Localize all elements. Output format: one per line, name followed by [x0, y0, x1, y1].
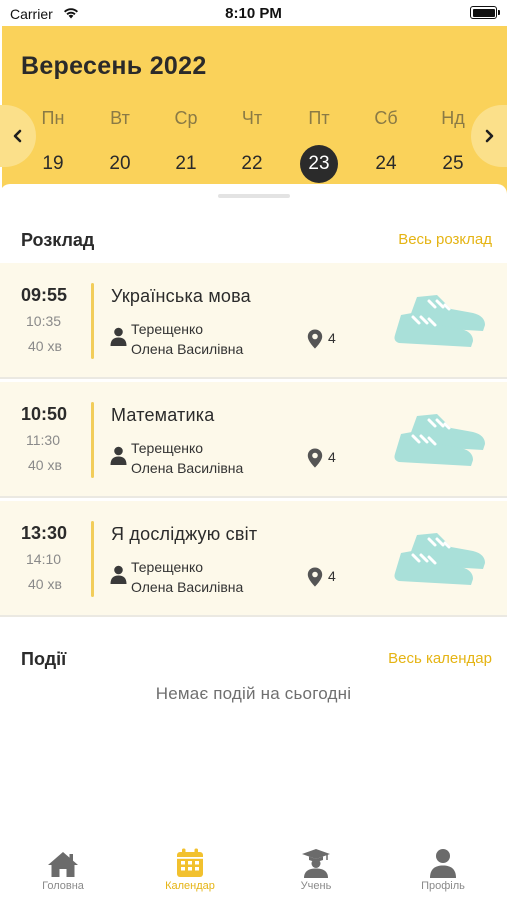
lesson-subject: Українська мова — [111, 286, 251, 306]
calendar-icon — [177, 848, 203, 877]
location-pin-icon — [307, 448, 323, 473]
teacher-surname: Терещенко — [131, 559, 204, 575]
day-number: 22 — [241, 153, 263, 174]
tab-label: Профіль — [421, 880, 465, 892]
day-name: Чт — [241, 108, 263, 128]
month-title: Вересень 2022 — [21, 52, 207, 80]
tab-home[interactable]: Головна — [18, 846, 108, 892]
tab-label: Головна — [42, 880, 84, 892]
next-week-button[interactable] — [471, 105, 507, 167]
chevron-right-icon — [485, 129, 494, 143]
status-time: 8:10 PM — [225, 5, 282, 22]
tab-calendar[interactable]: Календар — [145, 846, 235, 892]
lesson-room: 4 — [328, 330, 336, 346]
day-number: 20 — [109, 153, 131, 174]
day-number: 25 — [442, 153, 464, 174]
day-tuesday[interactable]: Вт 20 — [98, 105, 142, 183]
lesson-duration: 40 хв — [28, 576, 62, 592]
lesson-subject: Я досліджую світ — [111, 524, 258, 544]
day-number: 19 — [42, 153, 64, 174]
events-title: Події — [21, 649, 67, 669]
home-icon — [48, 852, 78, 877]
lesson-divider — [91, 521, 94, 597]
profile-icon — [430, 849, 456, 878]
location-pin-icon — [307, 567, 323, 592]
content-sheet: Розклад Весь розклад 09:55 10:35 40 хв У… — [0, 184, 507, 900]
sneakers-illustration-icon — [393, 289, 503, 358]
lesson-end-time: 11:30 — [26, 432, 60, 448]
lesson-divider — [91, 283, 94, 359]
lesson-subject: Математика — [111, 405, 215, 425]
sneakers-illustration-icon — [393, 527, 503, 596]
day-wednesday[interactable]: Ср 21 — [164, 105, 208, 183]
teacher-icon — [110, 565, 127, 589]
teacher-surname: Терещенко — [131, 440, 204, 456]
sneakers-illustration-icon — [393, 408, 503, 477]
teacher-surname: Терещенко — [131, 321, 204, 337]
day-saturday[interactable]: Сб 24 — [364, 105, 408, 183]
status-bar: Carrier 8:10 PM — [0, 0, 507, 26]
day-thursday[interactable]: Чт 22 — [230, 105, 274, 183]
day-monday[interactable]: Пн 19 — [31, 105, 75, 183]
tab-student[interactable]: Учень — [271, 846, 361, 892]
day-sunday[interactable]: Нд 25 — [431, 105, 475, 183]
lesson-duration: 40 хв — [28, 338, 62, 354]
schedule-title: Розклад — [21, 230, 95, 250]
calendar-header: Вересень 2022 Пн 19 Вт 20 Ср 21 Чт 22 Пт… — [0, 26, 507, 201]
tab-profile[interactable]: Профіль — [398, 846, 488, 892]
lesson-room: 4 — [328, 449, 336, 465]
teacher-name: Олена Василівна — [131, 341, 244, 357]
day-number-selected: 23 — [300, 145, 338, 183]
day-name: Пт — [308, 108, 330, 128]
lesson-card[interactable]: 13:30 14:10 40 хв Я досліджую світ Терещ… — [0, 501, 507, 617]
day-friday[interactable]: Пт 23 — [297, 105, 341, 183]
day-name: Ср — [174, 108, 198, 128]
tab-label: Учень — [300, 880, 332, 892]
day-number: 24 — [375, 153, 397, 174]
student-icon — [302, 849, 330, 878]
lesson-card[interactable]: 10:50 11:30 40 хв Математика Терещенко О… — [0, 382, 507, 498]
lesson-end-time: 10:35 — [26, 313, 62, 329]
tab-label: Календар — [165, 880, 215, 892]
lesson-room: 4 — [328, 568, 336, 584]
lesson-start-time: 10:50 — [21, 404, 68, 424]
sheet-grabber[interactable] — [218, 194, 290, 198]
day-name: Сб — [374, 108, 398, 128]
full-schedule-link[interactable]: Весь розклад — [398, 231, 492, 248]
lesson-end-time: 14:10 — [26, 551, 62, 567]
teacher-name: Олена Василівна — [131, 579, 244, 595]
lesson-duration: 40 хв — [28, 457, 62, 473]
location-pin-icon — [307, 329, 323, 354]
day-name: Пн — [41, 108, 65, 128]
chevron-left-icon — [13, 129, 22, 143]
battery-icon — [470, 6, 500, 19]
lesson-divider — [91, 402, 94, 478]
full-calendar-link[interactable]: Весь календар — [388, 650, 492, 667]
day-name: Вт — [110, 108, 130, 128]
tab-bar: Головна Календар Учень Профіль — [0, 836, 507, 900]
teacher-icon — [110, 327, 127, 351]
teacher-name: Олена Василівна — [131, 460, 244, 476]
lesson-start-time: 09:55 — [21, 285, 68, 305]
day-number: 21 — [175, 153, 197, 174]
teacher-icon — [110, 446, 127, 470]
day-name: Нд — [441, 108, 465, 128]
lesson-start-time: 13:30 — [21, 523, 68, 543]
no-events-message: Немає подій на сьогодні — [155, 684, 352, 703]
lesson-card[interactable]: 09:55 10:35 40 хв Українська мова Тереще… — [0, 263, 507, 379]
